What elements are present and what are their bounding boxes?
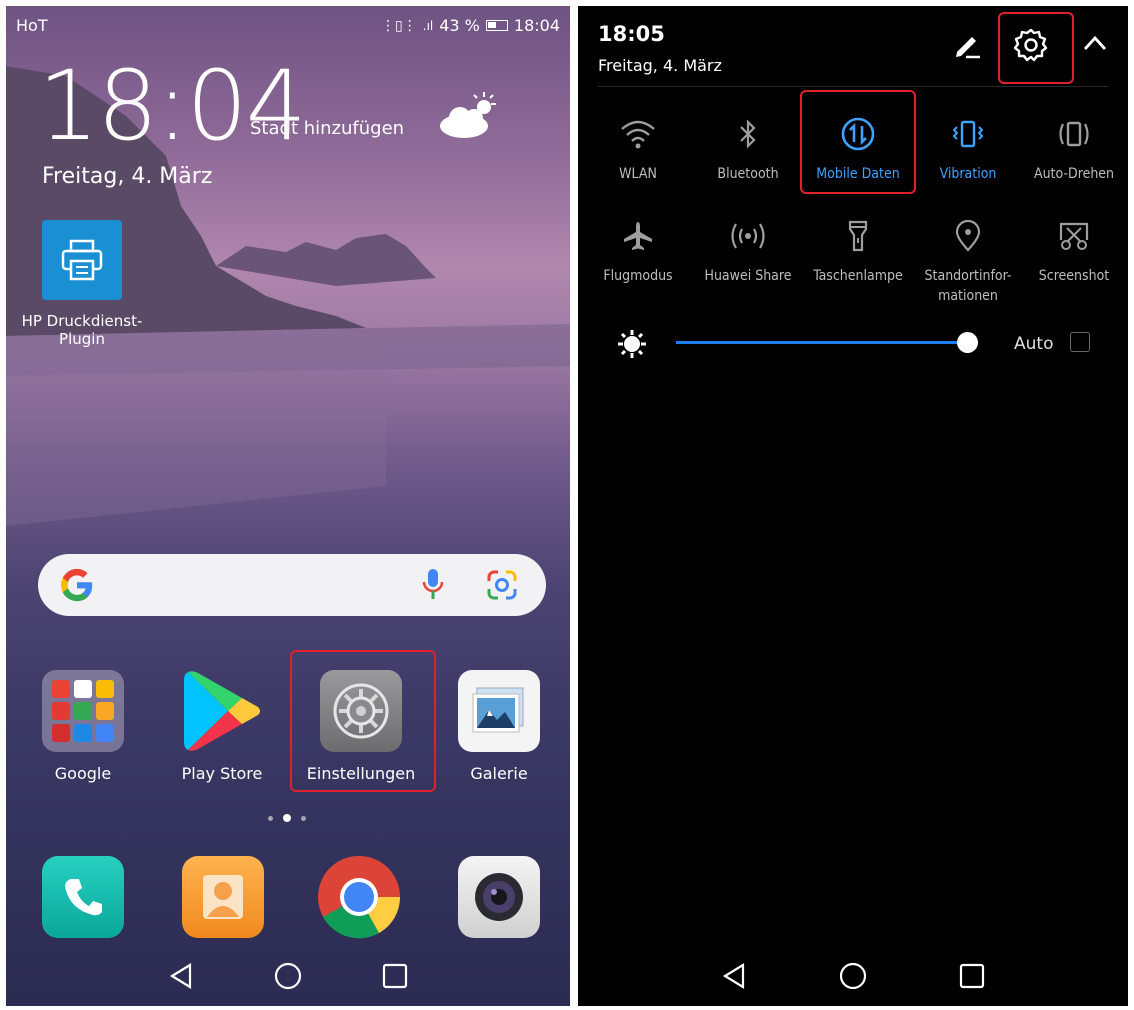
brightness-slider-handle[interactable] <box>957 332 978 353</box>
collapse-chevron-up-icon[interactable] <box>1082 34 1108 52</box>
phone-app-icon[interactable] <box>42 856 124 938</box>
shade-time: 18:05 <box>598 22 665 46</box>
weather-add-city[interactable]: Stadt hinzufügen <box>250 118 404 139</box>
home-icon[interactable] <box>274 962 302 990</box>
back-icon[interactable] <box>168 962 194 990</box>
hp-print-plugin-label: HP Druckdienst-Plugin <box>21 312 143 348</box>
status-bar-right: ⋮▯⋮ .ıl 43 % 18:04 <box>381 16 560 35</box>
gallery-label: Galerie <box>470 764 528 783</box>
back-icon[interactable] <box>721 962 747 990</box>
huawei-share-icon <box>731 223 765 249</box>
printer-icon <box>61 239 103 281</box>
shade-date: Freitag, 4. März <box>598 56 722 75</box>
page-indicator <box>268 814 306 822</box>
battery-icon <box>485 20 508 31</box>
tile-screenshot[interactable]: Screenshot <box>1018 216 1128 286</box>
notification-shade: 18:05 Freitag, 4. März WLAN Bluetooth Mo… <box>578 6 1128 1006</box>
camera-lens-icon <box>475 873 523 921</box>
tile-vibration[interactable]: Vibration <box>912 114 1024 184</box>
highlight-mobile-data <box>800 90 916 194</box>
shade-divider <box>598 86 1108 87</box>
vibrate-icon: ⋮▯⋮ <box>381 17 417 34</box>
contacts-app-icon[interactable] <box>182 856 264 938</box>
carrier-name: HoT <box>16 16 48 35</box>
gallery-app-icon[interactable] <box>458 670 540 752</box>
highlight-settings-app <box>290 650 436 792</box>
vibration-icon <box>952 120 984 148</box>
google-folder[interactable] <box>42 670 124 752</box>
highlight-settings-gear <box>998 12 1074 84</box>
google-folder-label: Google <box>54 764 112 783</box>
play-store-label: Play Store <box>181 764 263 783</box>
location-pin-icon <box>955 219 981 252</box>
google-g-icon <box>61 568 93 602</box>
phone-icon <box>65 879 102 916</box>
tile-airplane-mode[interactable]: Flugmodus <box>582 216 694 286</box>
google-search-bar[interactable] <box>38 554 546 616</box>
tile-wlan[interactable]: WLAN <box>582 114 694 184</box>
auto-brightness-label: Auto <box>1014 334 1054 354</box>
tile-huawei-share[interactable]: Huawei Share <box>692 216 804 286</box>
photo-icon <box>472 687 524 733</box>
hp-print-plugin-app[interactable] <box>42 220 122 300</box>
tile-auto-rotate[interactable]: Auto-Drehen <box>1018 114 1128 184</box>
home-icon[interactable] <box>839 962 867 990</box>
brightness-sun-icon <box>618 330 646 358</box>
bluetooth-icon <box>740 119 756 149</box>
tile-flashlight[interactable]: Taschenlampe <box>802 216 914 286</box>
auto-brightness-checkbox[interactable] <box>1070 332 1090 352</box>
screenshot-scissors-icon <box>1059 222 1089 250</box>
weather-cloud-sun-icon[interactable] <box>438 90 500 140</box>
camera-app-icon[interactable] <box>458 856 540 938</box>
google-lens-icon[interactable] <box>486 569 518 601</box>
tile-location[interactable]: Standortinfor- mationen <box>912 216 1024 306</box>
home-clock[interactable]: 18:04 <box>38 58 307 154</box>
airplane-icon <box>624 222 652 250</box>
brightness-slider-track[interactable] <box>676 341 967 344</box>
recents-icon[interactable] <box>959 963 985 989</box>
play-store-icon[interactable] <box>182 668 264 754</box>
chrome-app-icon[interactable] <box>316 854 402 940</box>
edit-pencil-icon[interactable] <box>952 30 982 60</box>
home-nav-bar <box>6 946 570 1006</box>
tile-bluetooth[interactable]: Bluetooth <box>692 114 804 184</box>
wifi-icon <box>621 120 655 149</box>
auto-rotate-icon <box>1059 121 1089 147</box>
shade-nav-bar <box>578 946 1128 1006</box>
microphone-icon[interactable] <box>422 568 444 602</box>
flashlight-icon <box>848 220 868 252</box>
battery-percent: 43 % <box>439 16 480 35</box>
recents-icon[interactable] <box>382 963 408 989</box>
contact-person-icon <box>203 875 243 919</box>
home-date: Freitag, 4. März <box>42 164 213 189</box>
home-screen: HoT ⋮▯⋮ .ıl 43 % 18:04 18:04 Stadt hinzu… <box>6 6 570 1006</box>
signal-icon: .ıl <box>422 18 434 33</box>
status-time: 18:04 <box>513 16 560 35</box>
